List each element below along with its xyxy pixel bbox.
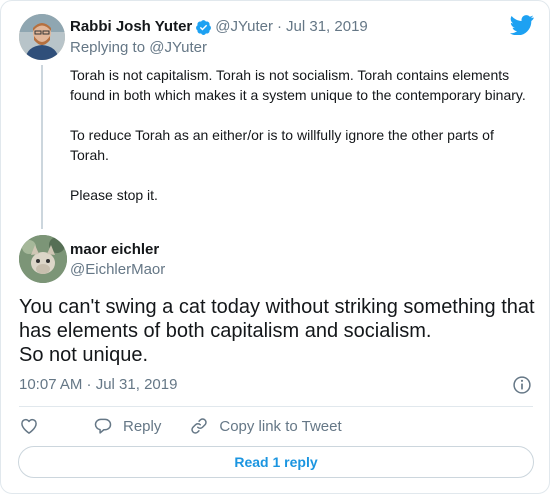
twitter-bird-icon[interactable] <box>510 15 534 35</box>
parent-avatar[interactable] <box>19 14 65 60</box>
author-handle[interactable]: @EichlerMaor <box>70 261 165 279</box>
reply-icon <box>94 418 112 434</box>
parent-date[interactable]: Jul 31, 2019 <box>286 18 368 36</box>
link-icon <box>191 418 208 434</box>
parent-text: Torah is not capitalism. Torah is not so… <box>70 65 535 205</box>
tweet-text-line: You can't swing a cat today without stri… <box>19 296 535 318</box>
thread-line <box>41 65 43 229</box>
parent-handle[interactable]: @JYuter <box>215 18 273 36</box>
tweet-actions: Reply Copy link to Tweet <box>19 415 370 437</box>
tweet-text-line: has elements of both capitalism and soci… <box>19 320 432 342</box>
tweet-card: Rabbi Josh Yuter @JYuter · Jul 31, 2019 … <box>0 0 550 494</box>
verified-badge-icon <box>196 19 212 35</box>
heart-icon <box>21 418 37 434</box>
header-separator: · <box>277 18 283 35</box>
tweet-text-line: So not unique. <box>19 344 148 366</box>
reply-label: Reply <box>123 417 162 435</box>
reply-button[interactable]: Reply <box>93 416 161 436</box>
replying-to[interactable]: Replying to @JYuter <box>70 39 207 57</box>
author-avatar[interactable] <box>19 235 67 283</box>
author-name[interactable]: maor eichler <box>70 241 159 259</box>
copy-link-label: Copy link to Tweet <box>219 417 342 435</box>
parent-paragraph: To reduce Torah as an either/or is to wi… <box>70 127 494 163</box>
like-button[interactable] <box>19 416 39 436</box>
copy-link-button[interactable]: Copy link to Tweet <box>189 416 342 436</box>
parent-paragraph: Please stop it. <box>70 187 158 203</box>
divider <box>19 406 533 407</box>
tweet-timestamp[interactable]: 10:07 AM · Jul 31, 2019 <box>19 376 177 394</box>
parent-paragraph: Torah is not capitalism. Torah is not so… <box>70 67 526 103</box>
parent-author-name[interactable]: Rabbi Josh Yuter <box>70 18 192 36</box>
tweet-text: You can't swing a cat today without stri… <box>19 295 539 367</box>
parent-header: Rabbi Josh Yuter @JYuter · Jul 31, 2019 <box>70 18 368 36</box>
info-icon[interactable] <box>512 375 532 395</box>
read-replies-button[interactable]: Read 1 reply <box>18 446 534 478</box>
